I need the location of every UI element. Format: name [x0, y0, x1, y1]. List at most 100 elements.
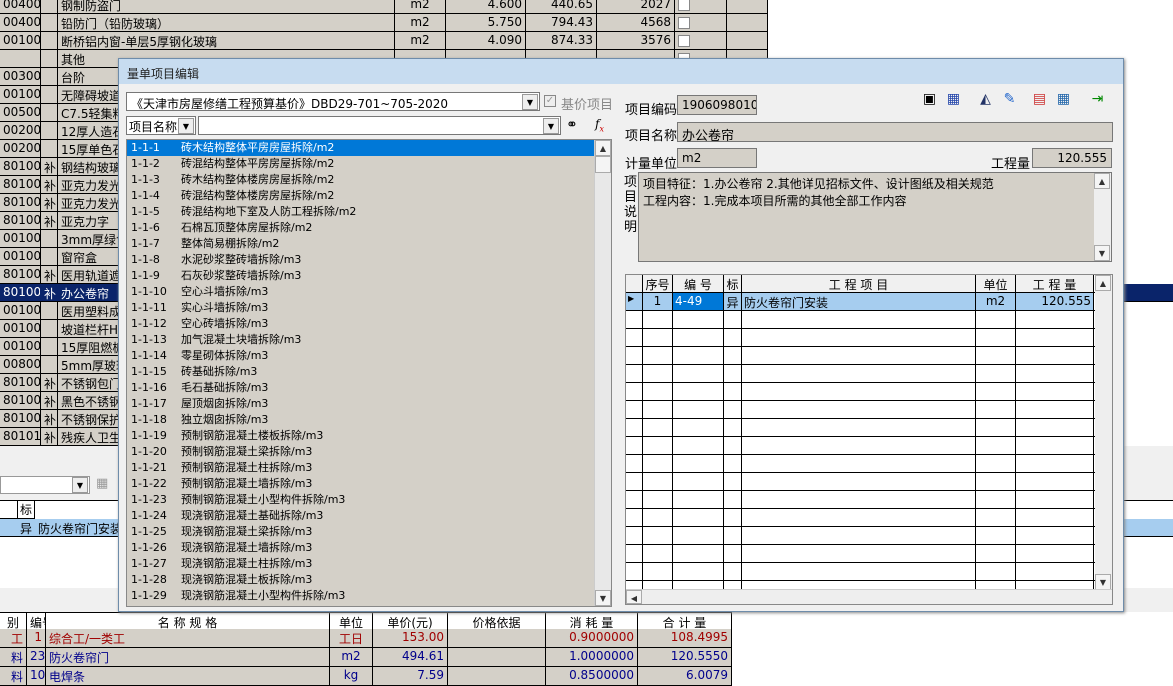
cell-name[interactable]	[742, 365, 976, 382]
cell-unit[interactable]	[976, 509, 1016, 526]
cell-qty[interactable]	[1016, 437, 1094, 454]
cell-name[interactable]	[742, 509, 976, 526]
cell-flag[interactable]	[724, 419, 742, 436]
cell-seq[interactable]	[643, 419, 673, 436]
table-icon[interactable]: ▦	[945, 91, 962, 108]
cell-seq[interactable]	[643, 311, 673, 328]
quota-list-item[interactable]: 1-1-27 现浇钢筋混凝土柱拆除/m3	[127, 556, 611, 572]
cell-flag[interactable]	[724, 329, 742, 346]
cell-name[interactable]	[742, 455, 976, 472]
column-header[interactable]: 单位	[330, 613, 373, 630]
cell-flag[interactable]	[724, 347, 742, 364]
cell-name[interactable]	[742, 437, 976, 454]
cell-unit[interactable]	[976, 329, 1016, 346]
cell-qty[interactable]	[1016, 545, 1094, 562]
cell-name[interactable]	[742, 419, 976, 436]
cell-unit[interactable]	[976, 311, 1016, 328]
cell-code[interactable]	[673, 491, 724, 508]
cell-seq[interactable]	[643, 455, 673, 472]
cell-flag[interactable]	[724, 401, 742, 418]
cell-qty[interactable]	[1016, 419, 1094, 436]
table-row[interactable]	[626, 473, 1112, 491]
list-scrollbar[interactable]: ▲ ▼	[594, 140, 611, 606]
cell-unit[interactable]	[976, 545, 1016, 562]
column-header[interactable]: 价格依据	[448, 613, 546, 630]
quota-library-select[interactable]: 《天津市房屋修缮工程预算基价》DBD29-701~705-2020 ▼	[126, 92, 540, 111]
quota-list-item[interactable]: 1-1-17 屋顶烟囱拆除/m3	[127, 396, 611, 412]
ruler-tools-icon[interactable]: ◭	[977, 91, 994, 108]
quota-list-item[interactable]: 1-1-1 砖木结构整体平房房屋拆除/m2	[127, 140, 611, 156]
table-row[interactable]	[626, 419, 1112, 437]
table-row[interactable]	[626, 509, 1112, 527]
scroll-down-icon[interactable]: ▼	[595, 590, 611, 606]
quota-list-item[interactable]: 1-1-7 整体简易棚拆除/m2	[127, 236, 611, 252]
cell-name[interactable]	[742, 401, 976, 418]
quota-list-item[interactable]: 1-1-6 石棉瓦顶整体房屋拆除/m2	[127, 220, 611, 236]
search-input[interactable]: ▼	[198, 116, 561, 135]
quota-list-item[interactable]: 1-1-11 实心斗墙拆除/m3	[127, 300, 611, 316]
cell-code[interactable]	[673, 563, 724, 580]
cell-code[interactable]	[673, 545, 724, 562]
cell-unit[interactable]	[976, 401, 1016, 418]
cell-unit[interactable]	[976, 473, 1016, 490]
function-fx-icon[interactable]: fx	[595, 117, 604, 133]
column-header[interactable]: 工 程 项 目	[742, 275, 976, 292]
cell-code[interactable]	[673, 473, 724, 490]
pen-edit-icon[interactable]: ✎	[1001, 91, 1018, 108]
qty-field[interactable]: 120.555	[1032, 148, 1112, 168]
table-row[interactable]	[626, 545, 1112, 563]
quota-list-item[interactable]: 1-1-10 空心斗墙拆除/m3	[127, 284, 611, 300]
cell-qty[interactable]: 120.555	[1016, 293, 1094, 310]
table-row[interactable]	[626, 527, 1112, 545]
quota-list-item[interactable]: 1-1-12 空心砖墙拆除/m3	[127, 316, 611, 332]
column-header[interactable]: 编 号	[673, 275, 724, 292]
quota-list-item[interactable]: 1-1-21 预制钢筋混凝土柱拆除/m3	[127, 460, 611, 476]
binoculars-search-icon[interactable]: ⚭	[566, 117, 578, 133]
chevron-down-icon[interactable]: ▼	[522, 94, 538, 110]
cell-qty[interactable]	[1016, 527, 1094, 544]
quota-list[interactable]: 1-1-1 砖木结构整体平房房屋拆除/m2 1-1-2 砖混结构整体平房房屋拆除/m2…	[126, 139, 612, 607]
table-row[interactable]	[626, 401, 1112, 419]
cell-name[interactable]	[742, 545, 976, 562]
chevron-down-icon[interactable]: ▼	[178, 118, 194, 134]
cell-name[interactable]	[742, 473, 976, 490]
column-header[interactable]: 单位	[976, 275, 1016, 292]
cell-qty[interactable]	[1016, 473, 1094, 490]
cell-code[interactable]	[673, 509, 724, 526]
cell-code[interactable]	[673, 383, 724, 400]
quota-list-item[interactable]: 1-1-25 现浇钢筋混凝土梁拆除/m3	[127, 524, 611, 540]
cell-flag[interactable]	[724, 509, 742, 526]
cell-flag[interactable]	[724, 365, 742, 382]
cell-qty[interactable]	[1016, 329, 1094, 346]
cell-qty[interactable]	[1016, 509, 1094, 526]
cell-seq[interactable]	[643, 347, 673, 364]
column-header[interactable]: 编号	[27, 613, 46, 630]
table-row[interactable]	[626, 491, 1112, 509]
cell-name[interactable]	[742, 563, 976, 580]
cell-flag[interactable]	[724, 383, 742, 400]
table-row[interactable]	[626, 455, 1112, 473]
exit-door-icon[interactable]: ⇥	[1089, 91, 1106, 108]
quota-list-item[interactable]: 1-1-2 砖混结构整体平房房屋拆除/m2	[127, 156, 611, 172]
scroll-down-icon[interactable]: ▼	[1094, 245, 1110, 261]
cell-flag[interactable]	[724, 545, 742, 562]
cell-seq[interactable]	[643, 437, 673, 454]
bill-row[interactable]: 004001 铅防门（铅防玻璃）m25.750794.434568	[0, 14, 768, 32]
column-header[interactable]: 单价(元)	[373, 613, 448, 630]
cell-unit[interactable]	[976, 455, 1016, 472]
chart-icon[interactable]: ▤	[1031, 91, 1048, 108]
scroll-thumb[interactable]	[595, 156, 611, 173]
quota-list-item[interactable]: 1-1-24 现浇钢筋混凝土基础拆除/m3	[127, 508, 611, 524]
cell-seq[interactable]	[643, 473, 673, 490]
resource-row[interactable]: 料1055电焊条kg7.59 0.85000006.0079	[0, 667, 732, 686]
quota-list-item[interactable]: 1-1-29 现浇钢筋混凝土小型构件拆除/m3	[127, 588, 611, 604]
description-textarea[interactable]: 项目特征：1.办公卷帘 2.其他详见招标文件、设计图纸及相关规范 工程内容：1.…	[638, 172, 1112, 262]
scroll-up-icon[interactable]: ▲	[1095, 275, 1111, 291]
filter-combo[interactable]: ▼	[0, 476, 90, 494]
cell-code[interactable]	[673, 401, 724, 418]
cell-seq[interactable]: 1	[643, 293, 673, 310]
column-header[interactable]: 名 称 规 格	[46, 613, 330, 630]
calculator-icon[interactable]: ▣	[921, 91, 938, 108]
cell-qty[interactable]	[1016, 347, 1094, 364]
resource-row[interactable]: 料238防火卷帘门m2494.61 1.0000000120.5550	[0, 648, 732, 667]
